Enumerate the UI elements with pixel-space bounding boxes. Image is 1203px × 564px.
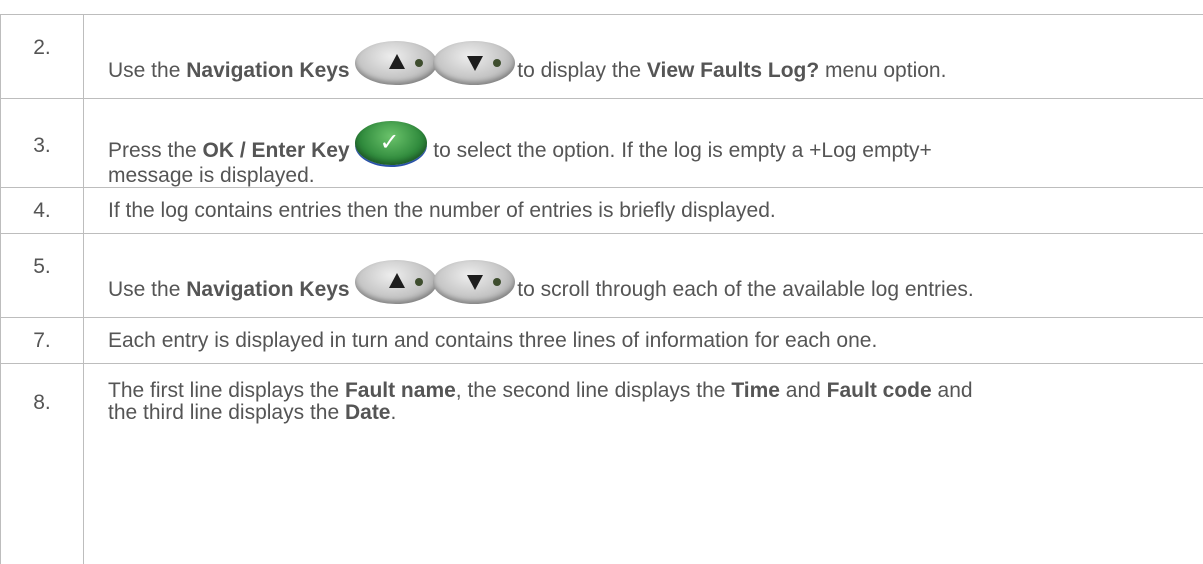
step-text-part: If the log contains entries then the num… — [108, 199, 776, 222]
time-label: Time — [731, 379, 780, 402]
step-number-label: 7. — [33, 329, 51, 352]
step-text: The first line displays the Fault name, … — [84, 364, 1203, 564]
step-text-part: menu option. — [819, 59, 946, 82]
step-text-part: Press the — [108, 139, 203, 162]
step-text-part: Use the — [108, 59, 186, 82]
date-label: Date — [345, 401, 391, 424]
step-text-part: to display the — [511, 59, 646, 82]
step-text-part: the third line displays the — [108, 401, 345, 424]
step-row-7: 7. Each entry is displayed in turn and c… — [1, 318, 1203, 364]
step-text-part: to select the option. If the log is empt… — [427, 139, 931, 162]
step-text: If the log contains entries then the num… — [84, 188, 1203, 234]
down-arrow-key-icon — [433, 260, 515, 304]
up-arrow-key-icon — [355, 41, 437, 85]
navigation-keys-label: Navigation Keys — [186, 278, 349, 301]
step-text: Use the Navigation Keys to scroll throug… — [84, 234, 1203, 318]
step-number-label: 8. — [33, 391, 51, 414]
step-text-part: Use the — [108, 278, 186, 301]
step-number-label: 5. — [33, 255, 51, 278]
step-text: Press the OK / Enter Key ✓ to select the… — [84, 99, 1203, 188]
step-text-part: to scroll through each of the available … — [511, 278, 973, 301]
step-text: Each entry is displayed in turn and cont… — [84, 318, 1203, 364]
step-text-part: , the second line displays the — [456, 379, 732, 402]
step-number: 3. — [1, 99, 84, 188]
step-number: 8. — [1, 364, 84, 564]
step-number: 4. — [1, 188, 84, 234]
ok-enter-key-label: OK / Enter Key — [203, 139, 350, 162]
view-faults-log-label: View Faults Log? — [647, 59, 819, 82]
step-number: 2. — [1, 15, 84, 99]
step-text-part: and — [932, 379, 973, 402]
step-row-3: 3. Press the OK / Enter Key ✓ to select … — [1, 99, 1203, 188]
step-row-2: 2. Use the Navigation Keys to display th… — [1, 15, 1203, 99]
step-row-4: 4. If the log contains entries then the … — [1, 188, 1203, 234]
step-text-part: message is displayed. — [108, 164, 315, 187]
fault-code-label: Fault code — [827, 379, 932, 402]
step-number-label: 3. — [33, 134, 51, 157]
step-number: 7. — [1, 318, 84, 364]
step-number-label: 4. — [33, 199, 51, 222]
ok-enter-key-icon: ✓ — [355, 121, 427, 165]
navigation-keys-label: Navigation Keys — [186, 59, 349, 82]
step-text-part: and — [780, 379, 827, 402]
down-arrow-key-icon — [433, 41, 515, 85]
check-icon: ✓ — [379, 129, 399, 155]
step-number: 5. — [1, 234, 84, 318]
step-text: Use the Navigation Keys to display the V… — [84, 15, 1203, 99]
fault-name-label: Fault name — [345, 379, 456, 402]
step-row-8: 8. The first line displays the Fault nam… — [1, 364, 1203, 564]
step-text-part: Each entry is displayed in turn and cont… — [108, 329, 877, 352]
step-number-label: 2. — [33, 36, 51, 59]
step-text-part: . — [391, 401, 397, 424]
up-arrow-key-icon — [355, 260, 437, 304]
steps-table: 2. Use the Navigation Keys to display th… — [0, 14, 1203, 564]
step-text-part: The first line displays the — [108, 379, 345, 402]
step-row-5: 5. Use the Navigation Keys to scroll thr… — [1, 234, 1203, 318]
